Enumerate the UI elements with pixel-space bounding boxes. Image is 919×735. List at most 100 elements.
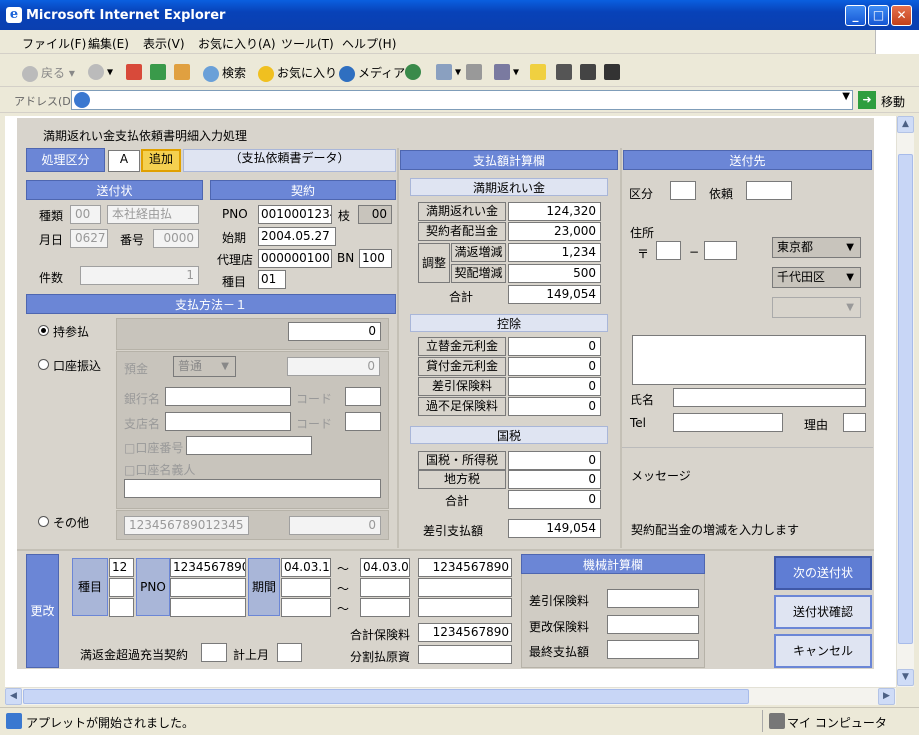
shiten-field[interactable] [165, 412, 291, 431]
kokai-shumoku-3[interactable] [109, 598, 134, 617]
tel-field[interactable] [673, 413, 783, 432]
shiten-code-field[interactable] [345, 412, 381, 431]
kokai-amount-2[interactable] [418, 578, 512, 597]
scroll-right-icon[interactable]: ▶ [878, 688, 895, 705]
menu-view[interactable]: 表示(V) [143, 35, 185, 52]
kikan-to-2[interactable] [360, 578, 410, 597]
kikan-from-3[interactable] [281, 598, 331, 617]
keihai-amount[interactable]: 500 [508, 264, 601, 283]
refresh-button[interactable] [150, 64, 169, 80]
koza-amount[interactable]: 0 [287, 357, 380, 376]
ginko-field[interactable] [165, 387, 291, 406]
sonota-amount[interactable]: 0 [289, 516, 381, 535]
jisan-radio[interactable] [38, 325, 49, 336]
bunkatsu-field[interactable] [418, 645, 512, 664]
kikai-sashihiki-field[interactable] [607, 589, 699, 608]
town-select[interactable] [772, 297, 861, 318]
horizontal-scrollbar[interactable]: ◀ ▶ [5, 687, 896, 705]
search-button[interactable]: 検索 [203, 64, 246, 82]
next-sofujo-button[interactable]: 次の送付状 [774, 556, 872, 590]
vertical-scroll-thumb[interactable] [898, 154, 913, 644]
shurui-code[interactable]: 00 [70, 205, 101, 224]
kokai-shumoku-1[interactable]: 12 [109, 558, 134, 577]
keijo-field[interactable] [277, 643, 302, 662]
riyu-field[interactable] [843, 413, 866, 432]
irai-field[interactable] [746, 181, 792, 200]
research-button[interactable] [556, 64, 575, 80]
forward-button[interactable]: ▾ [88, 64, 113, 80]
messenger-button[interactable] [580, 64, 599, 80]
kubun-field[interactable] [670, 181, 696, 200]
sonota-radio[interactable] [38, 516, 49, 527]
media-button[interactable]: メディア [339, 64, 405, 82]
address-dropdown-icon[interactable]: ▼ [842, 91, 850, 102]
kensu-field[interactable]: 1 [80, 266, 199, 285]
note-button[interactable] [530, 64, 549, 80]
kikan-to-1[interactable]: 04.03.01 [360, 558, 410, 577]
jisan-amount[interactable]: 0 [288, 322, 381, 341]
zip2-field[interactable] [704, 241, 737, 260]
vertical-scrollbar[interactable]: ▲ ▼ [896, 116, 914, 687]
kikai-saishu-field[interactable] [607, 640, 699, 659]
eda-field[interactable]: 00 [358, 205, 392, 224]
scroll-up-icon[interactable]: ▲ [897, 116, 914, 133]
go-button[interactable]: 移動 [881, 93, 905, 110]
kokai-amount-3[interactable] [418, 598, 512, 617]
kashitsuke-amount[interactable]: 0 [508, 357, 601, 376]
confirm-sofujo-button[interactable]: 送付状確認 [774, 595, 872, 629]
chiho-amount[interactable]: 0 [508, 470, 601, 489]
kikan-from-2[interactable] [281, 578, 331, 597]
tatekae-amount[interactable]: 0 [508, 337, 601, 356]
kikai-kokai-field[interactable] [607, 615, 699, 634]
kabusoku-amount[interactable]: 0 [508, 397, 601, 416]
shori-mode[interactable]: 追加 [141, 149, 181, 172]
home-button[interactable] [174, 64, 193, 80]
menu-favorites[interactable]: お気に入り(A) [198, 35, 276, 52]
history-button[interactable] [405, 64, 424, 80]
zip1-field[interactable] [656, 241, 681, 260]
print-button[interactable] [466, 64, 485, 80]
shumoku-field[interactable]: 01 [258, 270, 286, 289]
bango-field[interactable]: 0000 [153, 229, 199, 248]
go-arrow-icon[interactable]: ➜ [858, 91, 876, 109]
kikan-from-1[interactable]: 04.03.12 [281, 558, 331, 577]
shiki-field[interactable]: 2004.05.27 [258, 227, 336, 246]
pref-select[interactable]: 東京都 [772, 237, 861, 258]
address-text[interactable] [632, 335, 866, 385]
back-button[interactable]: 戻る ▾ [22, 64, 75, 82]
yokin-select[interactable]: 普通 [173, 356, 236, 377]
sonota-code[interactable]: 123456789012345 [124, 516, 249, 535]
dairi-field[interactable]: 000000100 [258, 249, 332, 268]
kokai-pno-2[interactable] [170, 578, 246, 597]
maximize-button[interactable]: □ [868, 5, 889, 26]
favorites-button[interactable]: お気に入り [258, 64, 337, 82]
shori-code[interactable]: A [108, 150, 140, 172]
kokai-amount-1[interactable]: 1234567890 [418, 558, 512, 577]
kokai-pno-3[interactable] [170, 598, 246, 617]
city-select[interactable]: 千代田区 [772, 267, 861, 288]
koza-radio[interactable] [38, 359, 49, 370]
horizontal-scroll-thumb[interactable] [23, 689, 749, 704]
menu-help[interactable]: ヘルプ(H) [342, 35, 396, 52]
mankin-field[interactable] [201, 643, 227, 662]
sashihiki-amount[interactable]: 0 [508, 377, 601, 396]
edit-button[interactable]: ▾ [494, 64, 519, 80]
haito-amount[interactable]: 23,000 [508, 222, 601, 241]
menu-tools[interactable]: ツール(T) [281, 35, 334, 52]
kikan-to-3[interactable] [360, 598, 410, 617]
minimize-button[interactable]: _ [845, 5, 866, 26]
discuss-button[interactable] [604, 64, 623, 80]
tsukihi-field[interactable]: 0627 [70, 229, 108, 248]
kokai-shumoku-2[interactable] [109, 578, 134, 597]
mail-button[interactable]: ▾ [436, 64, 461, 80]
henrei-amount[interactable]: 1,234 [508, 243, 601, 262]
menu-file[interactable]: ファイル(F) [22, 35, 86, 52]
shurui-text[interactable]: 本社経由払 [107, 205, 199, 224]
menu-edit[interactable]: 編集(E) [88, 35, 129, 52]
name-field[interactable] [673, 388, 866, 407]
kozabango-field[interactable] [186, 436, 312, 455]
meigi-field[interactable] [124, 479, 381, 498]
close-button[interactable]: ✕ [891, 5, 912, 26]
hokenryo-field[interactable]: 1234567890 [418, 623, 512, 642]
stop-button[interactable] [126, 64, 145, 80]
